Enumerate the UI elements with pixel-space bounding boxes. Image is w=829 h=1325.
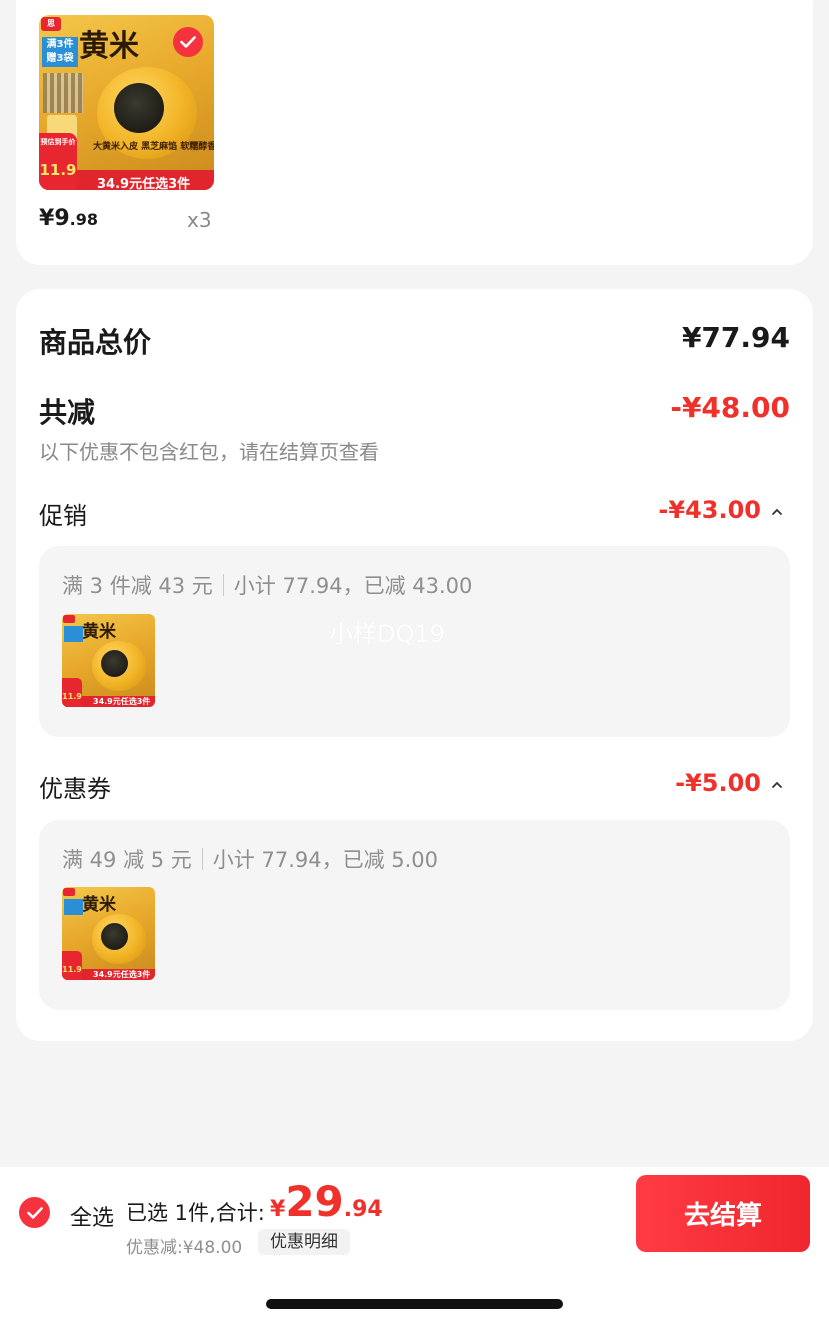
select-all-checkbox[interactable] (19, 1197, 50, 1228)
check-icon (26, 1206, 43, 1219)
item-price: ¥9.98 (39, 206, 98, 231)
coupon-value[interactable]: -¥5.00 (675, 769, 761, 797)
thumb-badge (64, 626, 83, 642)
thumb-filling (114, 83, 164, 133)
thumb-filling (101, 650, 128, 677)
total-price: ¥29.94 (270, 1177, 383, 1226)
thumb-price-tag: 预估到手价 11.9 (39, 133, 77, 190)
brand-logo: 思 (41, 17, 61, 31)
thumb-title: 黄米 (82, 895, 116, 915)
item-selected-checkbox[interactable] (173, 27, 203, 57)
item-quantity: x3 (187, 208, 212, 232)
promo-detail-box: 满 3 件减 43 元小计 77.94，已减 43.00 黄米 11.9 34.… (39, 546, 790, 737)
coupon-detail-box: 满 49 减 5 元小计 77.94，已减 5.00 黄米 11.9 34.9元… (39, 820, 790, 1010)
discount-label: 共减 (39, 396, 96, 429)
promo-value[interactable]: -¥43.00 (658, 496, 761, 524)
promo-product-thumbnail[interactable]: 黄米 11.9 34.9元任选3件 (62, 614, 155, 707)
thumb-price-tag: 11.9 (62, 678, 82, 707)
checkout-button[interactable]: 去结算 (636, 1175, 810, 1252)
chevron-up-icon[interactable] (771, 506, 783, 518)
thumb-badge (64, 899, 83, 915)
thumb-filling (101, 923, 128, 950)
brand-logo (63, 615, 75, 623)
watermark: 小样DQ19 (329, 620, 445, 648)
checkout-bar: 全选 已选 1件,合计: ¥29.94 优惠减:¥48.00 优惠明细 去结算 (0, 1167, 829, 1259)
home-indicator-area (0, 1259, 829, 1325)
discount-value: -¥48.00 (670, 391, 790, 424)
discount-detail-button[interactable]: 优惠明细 (258, 1229, 350, 1255)
coupon-product-thumbnail[interactable]: 黄米 11.9 34.9元任选3件 (62, 887, 155, 980)
selected-count-text: 已选 1件,合计: (126, 1201, 265, 1225)
total-label: 商品总价 (39, 326, 152, 359)
home-indicator[interactable] (266, 1299, 563, 1309)
thumb-slogan: 大黄米入皮 黑芝麻馅 软糯醇香 (93, 142, 214, 152)
discount-note: 以下优惠不包含红包，请在结算页查看 (39, 440, 379, 464)
coupon-detail-line: 满 49 减 5 元小计 77.94，已减 5.00 (62, 848, 439, 872)
select-all-label[interactable]: 全选 (70, 1200, 114, 1232)
thumb-badge: 满3件 赠3袋 (42, 37, 78, 67)
thumb-promo: 34.9元任选3件 (93, 970, 151, 979)
thumb-title: 黄米 (79, 29, 139, 64)
promo-detail-line: 满 3 件减 43 元小计 77.94，已减 43.00 (62, 574, 473, 598)
thumb-promo: 34.9元任选3件 (93, 697, 151, 706)
thumb-decor (43, 73, 83, 113)
product-card: 思 黄米 满3件 赠3袋 大黄米入皮 黑芝麻馅 软糯醇香 预估到手价 11.9 … (16, 0, 813, 265)
thumb-title: 黄米 (82, 622, 116, 642)
check-icon (180, 36, 196, 48)
price-summary-card: 商品总价 ¥77.94 共减 -¥48.00 以下优惠不包含红包，请在结算页查看… (16, 289, 813, 1041)
thumb-price-tag: 11.9 (62, 951, 82, 980)
coupon-label: 优惠券 (39, 775, 111, 803)
promo-label: 促销 (39, 502, 87, 530)
thumb-promo: 34.9元任选3件 (97, 177, 191, 190)
chevron-up-icon[interactable] (771, 779, 783, 791)
total-value: ¥77.94 (681, 321, 790, 354)
brand-logo (63, 888, 75, 896)
discount-summary-text: 优惠减:¥48.00 (126, 1238, 243, 1258)
